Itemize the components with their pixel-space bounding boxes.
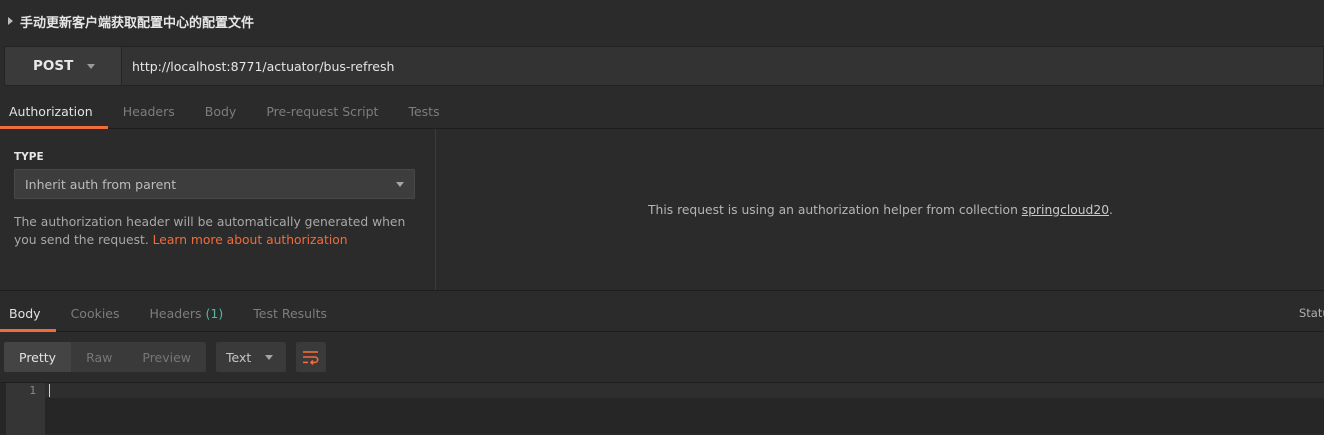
headers-tab-label: Headers: [149, 306, 202, 321]
helper-suffix: .: [1109, 202, 1113, 217]
authorization-panel: TYPE Inherit auth from parent The author…: [0, 129, 1324, 291]
preview-button[interactable]: Preview: [127, 342, 206, 372]
line-gutter: 1: [6, 383, 45, 435]
status-label: Status: [1299, 306, 1324, 320]
response-tab-body[interactable]: Body: [0, 296, 56, 332]
line-number: 1: [29, 384, 36, 397]
format-select[interactable]: Text: [216, 342, 287, 372]
tab-pre-request-script[interactable]: Pre-request Script: [251, 94, 393, 128]
collection-link[interactable]: springcloud20: [1022, 203, 1109, 217]
response-tab-cookies[interactable]: Cookies: [56, 296, 135, 331]
response-tabs: Body Cookies Headers (1) Test Results St…: [0, 296, 1324, 332]
text-cursor: [49, 384, 50, 397]
auth-helper-message: This request is using an authorization h…: [437, 129, 1324, 290]
response-tab-test-results[interactable]: Test Results: [238, 296, 342, 331]
auth-type-section: TYPE Inherit auth from parent The author…: [0, 129, 436, 290]
auth-type-select[interactable]: Inherit auth from parent: [14, 169, 415, 199]
url-bar: POST: [4, 46, 1324, 86]
chevron-down-icon: [265, 354, 274, 360]
auth-type-value: Inherit auth from parent: [25, 176, 177, 192]
response-tab-headers[interactable]: Headers (1): [135, 296, 239, 331]
learn-more-link[interactable]: Learn more about authorization: [153, 233, 348, 247]
url-input[interactable]: [122, 46, 1324, 86]
request-title-bar[interactable]: 手动更新客户端获取配置中心的配置文件: [0, 0, 1324, 42]
tab-headers[interactable]: Headers: [108, 94, 190, 128]
method-label: POST: [33, 58, 74, 74]
tab-authorization[interactable]: Authorization: [0, 94, 108, 129]
tab-body[interactable]: Body: [190, 94, 252, 128]
headers-count-badge: (1): [205, 306, 224, 321]
request-tabs: Authorization Headers Body Pre-request S…: [0, 94, 1324, 129]
method-select[interactable]: POST: [4, 46, 122, 86]
chevron-down-icon: [396, 181, 404, 187]
format-value: Text: [226, 349, 252, 365]
active-line: [45, 383, 1324, 398]
response-editor[interactable]: 1: [0, 382, 1324, 435]
view-mode-group: Pretty Raw Preview: [4, 342, 207, 372]
wrap-lines-button[interactable]: [296, 342, 327, 372]
request-name: 手动更新客户端获取配置中心的配置文件: [20, 15, 255, 31]
pretty-button[interactable]: Pretty: [4, 342, 72, 372]
chevron-down-icon: [87, 63, 96, 69]
raw-button[interactable]: Raw: [71, 342, 127, 372]
wrap-lines-icon: [303, 351, 319, 365]
response-toolbar: Pretty Raw Preview Text: [4, 342, 327, 372]
helper-text: This request is using an authorization h…: [648, 202, 1022, 217]
type-label: TYPE: [14, 151, 44, 163]
auth-description: The authorization header will be automat…: [14, 213, 414, 249]
caret-right-icon[interactable]: [8, 17, 13, 25]
tab-tests[interactable]: Tests: [393, 94, 454, 128]
